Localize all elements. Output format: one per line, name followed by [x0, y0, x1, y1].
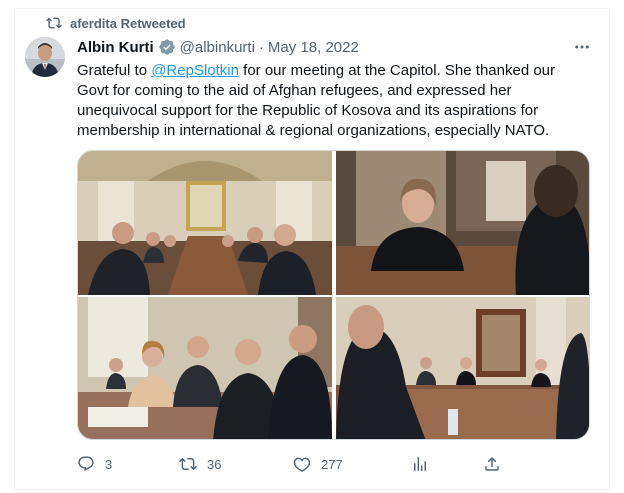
tweet-date[interactable]: May 18, 2022 [268, 39, 359, 56]
heart-icon [293, 457, 311, 473]
meeting-photo-4[interactable] [336, 297, 589, 439]
verified-badge-icon [158, 39, 175, 55]
share-icon [485, 456, 499, 471]
avatar[interactable] [25, 37, 65, 77]
tweet-text: Grateful to @RepSlotkin for our meeting … [77, 61, 582, 141]
tweet-header: Albin Kurti @albinkurti · May 18, 2022 [77, 38, 359, 56]
mention-link[interactable]: @RepSlotkin [151, 62, 239, 79]
retweet-count: 36 [207, 456, 222, 472]
share-button[interactable] [483, 452, 501, 476]
media-grid [77, 150, 590, 440]
retweet-label[interactable]: aferdita Retweeted [70, 16, 186, 31]
retweet-context: aferdita Retweeted [46, 14, 186, 32]
author-handle[interactable]: @albinkurti [180, 39, 255, 56]
reply-count: 3 [105, 456, 113, 472]
tweet-actions: 3 36 277 [77, 452, 517, 476]
meeting-photo-3[interactable] [78, 297, 332, 439]
views-button[interactable] [411, 452, 429, 476]
reply-button[interactable]: 3 [77, 452, 112, 476]
meeting-photo-1[interactable] [78, 151, 332, 295]
author-name[interactable]: Albin Kurti [77, 39, 154, 56]
meeting-photo-2[interactable] [336, 151, 589, 295]
analytics-icon [414, 457, 426, 471]
header-separator: · [258, 38, 264, 56]
retweet-icon [179, 457, 197, 471]
more-options-icon[interactable] [573, 38, 591, 56]
retweet-icon [46, 17, 62, 29]
like-count: 277 [321, 456, 343, 472]
tweet-text-start: Grateful to [77, 62, 152, 79]
like-button[interactable]: 277 [293, 452, 343, 476]
retweet-button[interactable]: 36 [179, 452, 221, 476]
reply-icon [78, 456, 94, 472]
